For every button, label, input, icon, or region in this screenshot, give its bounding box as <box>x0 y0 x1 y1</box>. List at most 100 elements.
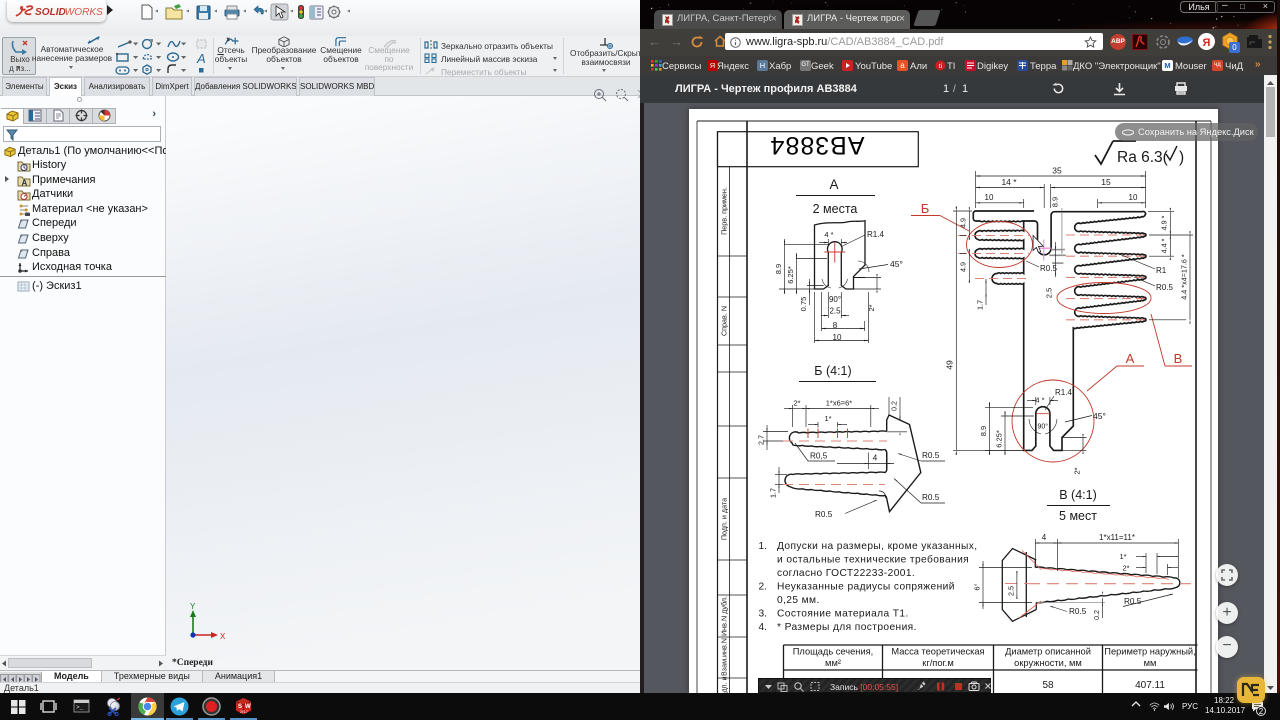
svg-text:и остальные технические требов: и остальные технические требования <box>777 554 969 566</box>
svg-text:кг/пог.м: кг/пог.м <box>922 658 953 668</box>
svg-text:90°: 90° <box>829 295 841 304</box>
svg-text:45°: 45° <box>1093 411 1106 421</box>
svg-text:2.5: 2.5 <box>1007 586 1016 596</box>
svg-text:Перв. примен.: Перв. примен. <box>720 187 729 235</box>
svg-text:Неуказанные радиусы сопряжений: Неуказанные радиусы сопряжений <box>777 582 955 593</box>
svg-text:5 мест: 5 мест <box>1059 509 1097 523</box>
svg-text:WORKS: WORKS <box>65 6 103 17</box>
svg-text:Б (4:1): Б (4:1) <box>814 364 851 378</box>
svg-text:2*: 2* <box>793 399 800 408</box>
svg-text:X: X <box>220 632 226 641</box>
svg-text:14 *: 14 * <box>1001 177 1017 187</box>
svg-text:0,25 мм.: 0,25 мм. <box>777 595 820 606</box>
svg-text:4: 4 <box>873 454 878 463</box>
svg-text:R0.5: R0.5 <box>815 510 833 519</box>
svg-text:В (4:1): В (4:1) <box>1059 488 1097 502</box>
svg-text:2*: 2* <box>1073 467 1082 474</box>
svg-text:10: 10 <box>1129 193 1138 202</box>
svg-text:1*: 1* <box>824 414 831 423</box>
svg-text:Допуски на размеры, кроме указ: Допуски на размеры, кроме указанных, <box>777 541 977 552</box>
svg-text:R0.5: R0.5 <box>1156 283 1173 292</box>
svg-text:1.7: 1.7 <box>976 300 985 310</box>
svg-text:49: 49 <box>945 360 955 370</box>
svg-text:В: В <box>1174 351 1183 366</box>
svg-text:4.4 *x4=17.6 *: 4.4 *x4=17.6 * <box>1179 254 1188 300</box>
svg-text:0.2: 0.2 <box>1092 610 1101 620</box>
svg-text:1*х6=6*: 1*х6=6* <box>826 399 853 408</box>
svg-text:Y: Y <box>190 602 196 611</box>
svg-text:Масса теоретическая: Масса теоретическая <box>891 647 984 657</box>
svg-text:R1.4: R1.4 <box>1055 388 1072 397</box>
svg-text:R0.5: R0.5 <box>922 451 940 460</box>
svg-text:R0.5: R0.5 <box>1124 597 1142 606</box>
svg-text:R0.5: R0.5 <box>1040 264 1057 273</box>
svg-text:4.: 4. <box>759 622 768 633</box>
svg-text:8.9: 8.9 <box>774 264 783 274</box>
svg-text:A: A <box>22 179 28 188</box>
svg-text:3.: 3. <box>759 609 768 620</box>
svg-text:1.7: 1.7 <box>769 488 778 498</box>
svg-text:мм: мм <box>1144 658 1157 668</box>
svg-text:Инв.N дубл.: Инв.N дубл. <box>720 596 729 636</box>
svg-text:>_: >_ <box>76 704 84 711</box>
svg-text:15: 15 <box>1101 177 1111 187</box>
svg-text:35: 35 <box>1052 166 1062 176</box>
svg-text:R0.5: R0.5 <box>922 493 940 502</box>
svg-text:SOLID: SOLID <box>35 6 66 17</box>
svg-text:Диаметр описанной: Диаметр описанной <box>1005 647 1091 657</box>
svg-text:2*: 2* <box>1122 564 1129 573</box>
svg-text:R0,5: R0,5 <box>810 452 828 461</box>
svg-text:2017: 2017 <box>240 710 248 714</box>
svg-text:4: 4 <box>1042 533 1047 542</box>
svg-text:Подп. и: Подп. и <box>720 676 729 693</box>
svg-text:8.9: 8.9 <box>979 426 988 436</box>
svg-text:4.9: 4.9 <box>959 262 968 272</box>
svg-text:58: 58 <box>1042 680 1054 691</box>
svg-text:мм²: мм² <box>825 658 841 668</box>
svg-text:6.25*: 6.25* <box>995 430 1004 448</box>
svg-text:ti: ti <box>939 63 942 70</box>
svg-text:2 места: 2 места <box>813 202 858 216</box>
svg-text:1*х11=11*: 1*х11=11* <box>1099 533 1135 542</box>
svg-text:А: А <box>829 177 838 192</box>
svg-text:согласно ГОСТ22233-2001.: согласно ГОСТ22233-2001. <box>777 568 915 579</box>
svg-text:1*: 1* <box>1119 552 1126 561</box>
svg-text:8.9: 8.9 <box>1051 197 1060 207</box>
svg-text:R1.4: R1.4 <box>867 230 884 239</box>
svg-text:Состояние материала Т1.: Состояние материала Т1. <box>777 609 909 620</box>
svg-text:A: A <box>196 51 206 66</box>
svg-text:4.4 *: 4.4 * <box>1160 238 1169 253</box>
svg-text:4 *: 4 * <box>824 230 833 239</box>
svg-text:2.5: 2.5 <box>829 307 841 316</box>
svg-text:АВ3884: АВ3884 <box>770 131 865 159</box>
svg-text:): ) <box>1179 149 1184 166</box>
svg-text:* Размеры для построения.: * Размеры для построения. <box>777 622 917 633</box>
svg-text:6°: 6° <box>973 583 982 590</box>
svg-text:4.9 *: 4.9 * <box>1160 215 1169 230</box>
svg-text:Б: Б <box>921 201 930 216</box>
svg-text:6.25*: 6.25* <box>786 266 795 284</box>
svg-text:2.7: 2.7 <box>757 435 766 445</box>
svg-text:90°: 90° <box>1038 423 1049 431</box>
svg-text:10: 10 <box>985 193 994 202</box>
svg-text:Ra 6.3(: Ra 6.3( <box>1117 149 1169 166</box>
svg-text:2*: 2* <box>867 304 876 311</box>
svg-text:4.9: 4.9 <box>959 218 968 228</box>
svg-text:Подп. и дата: Подп. и дата <box>720 498 729 540</box>
svg-text:Справ. N: Справ. N <box>720 306 729 336</box>
svg-text:407.11: 407.11 <box>1135 680 1165 691</box>
svg-text:R0.5: R0.5 <box>1069 607 1087 616</box>
svg-text:Периметр наружный,: Периметр наружный, <box>1104 647 1195 657</box>
svg-text:А: А <box>1126 351 1135 366</box>
svg-text:1.: 1. <box>759 541 768 552</box>
svg-text:0.75: 0.75 <box>799 297 808 312</box>
svg-text:Взам.инв.N: Взам.инв.N <box>720 638 729 676</box>
svg-text:R1: R1 <box>1156 266 1167 275</box>
svg-text:окружности, мм: окружности, мм <box>1014 658 1082 668</box>
svg-text:4 *: 4 * <box>1035 396 1044 405</box>
svg-text:45°: 45° <box>890 259 903 269</box>
svg-text:Площадь сечения,: Площадь сечения, <box>793 647 874 657</box>
svg-text:2.5: 2.5 <box>1045 288 1054 298</box>
svg-text:0.2: 0.2 <box>890 401 899 411</box>
svg-text:2.: 2. <box>759 582 768 593</box>
